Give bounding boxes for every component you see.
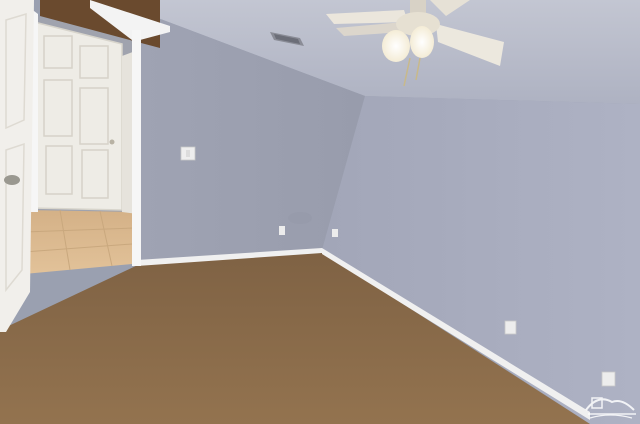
outlet	[332, 229, 338, 237]
door-handle	[4, 175, 20, 185]
fan-light-globe	[382, 30, 410, 62]
open-door	[0, 0, 34, 332]
outlet	[279, 226, 285, 235]
outlet	[601, 371, 616, 387]
hallway-floor	[24, 210, 134, 274]
room-illustration	[0, 0, 640, 424]
door-knob	[109, 139, 115, 145]
outlet	[504, 320, 517, 335]
wall-scuff	[288, 212, 312, 224]
room-photo	[0, 0, 640, 424]
door-frame-right	[132, 30, 141, 266]
fan-light-globe	[410, 26, 434, 58]
light-switch-toggle	[186, 150, 190, 157]
